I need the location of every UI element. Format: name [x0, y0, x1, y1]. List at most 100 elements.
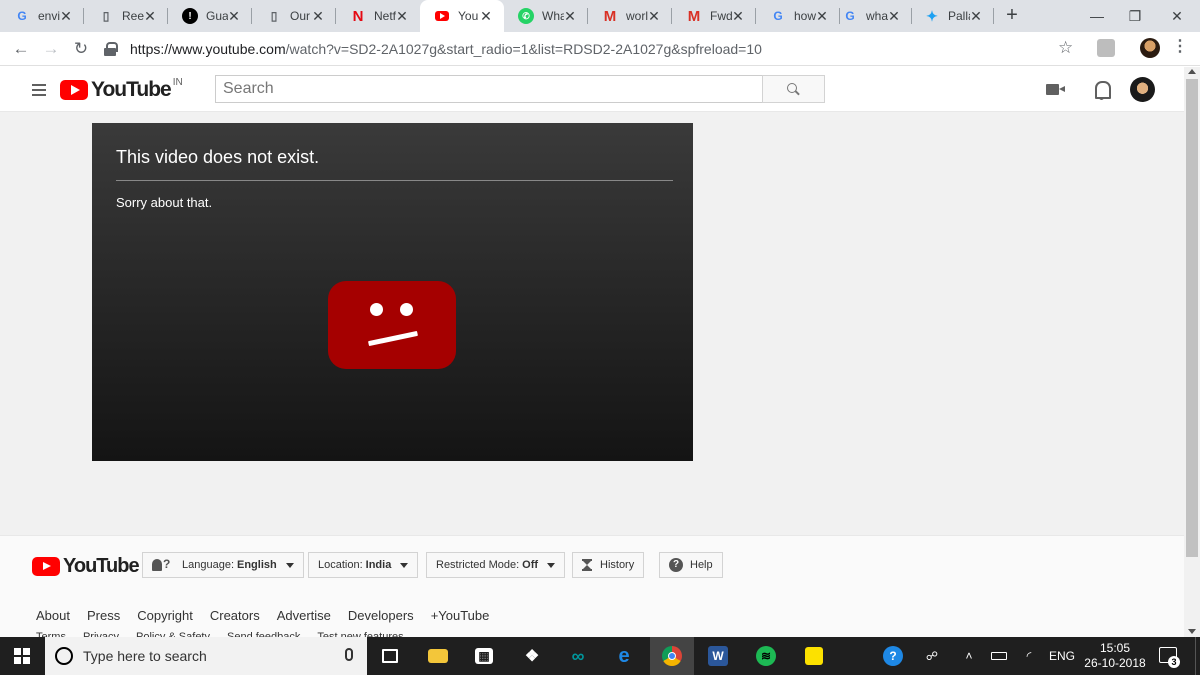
- account-avatar[interactable]: [1130, 77, 1155, 102]
- address-bar[interactable]: https://www.youtube.com/watch?v=SD2-2A10…: [104, 36, 1084, 62]
- footer-link-about[interactable]: About: [36, 608, 70, 623]
- tab-close-icon[interactable]: ✕: [394, 8, 410, 24]
- tab-close-icon[interactable]: ✕: [968, 8, 984, 24]
- browser-tab[interactable]: ! Guar ✕: [168, 0, 252, 32]
- language-icon: [152, 557, 174, 571]
- browser-tab[interactable]: M worl ✕: [588, 0, 672, 32]
- browser-menu-icon[interactable]: ⋮: [1170, 36, 1190, 58]
- file-explorer-icon[interactable]: [416, 637, 460, 675]
- page-scrollbar[interactable]: [1184, 67, 1200, 637]
- browser-tab-active[interactable]: You ✕: [420, 0, 504, 32]
- guardian-icon: !: [182, 8, 198, 24]
- browser-tab[interactable]: N Netf ✕: [336, 0, 420, 32]
- twitter-icon: ✦: [926, 7, 938, 24]
- scrollbar-thumb[interactable]: [1186, 79, 1198, 557]
- wifi-icon[interactable]: ◜: [1018, 637, 1040, 675]
- footer-link-advertise[interactable]: Advertise: [277, 608, 331, 623]
- upload-video-icon[interactable]: [1046, 80, 1066, 100]
- divider: [116, 180, 673, 181]
- hamburger-menu-icon[interactable]: [32, 84, 46, 96]
- restore-icon[interactable]: ❐: [1112, 0, 1158, 32]
- browser-tab[interactable]: ✆ Wha ✕: [504, 0, 588, 32]
- browser-tab[interactable]: ✦ Palla ✕: [910, 0, 994, 32]
- footer-link-plus-youtube[interactable]: +YouTube: [431, 608, 490, 623]
- reload-icon[interactable]: ↻: [70, 38, 92, 60]
- browser-tab[interactable]: ▯ Our ✕: [252, 0, 336, 32]
- tab-close-icon[interactable]: ✕: [226, 8, 242, 24]
- sticky-notes-icon[interactable]: [792, 637, 836, 675]
- task-view-icon[interactable]: [368, 637, 412, 675]
- footer-link-press[interactable]: Press: [87, 608, 120, 623]
- gmail-icon: M: [603, 7, 617, 25]
- edge-icon[interactable]: e: [602, 637, 646, 675]
- browser-tab[interactable]: G envi ✕: [0, 0, 84, 32]
- chrome-icon[interactable]: [650, 637, 694, 675]
- language-button[interactable]: Language:English: [142, 552, 304, 578]
- input-language[interactable]: ENG: [1048, 637, 1076, 675]
- chevron-down-icon: [400, 562, 409, 568]
- browser-tab[interactable]: M Fwd ✕: [672, 0, 756, 32]
- google-icon: G: [845, 9, 855, 23]
- search-input[interactable]: Search: [215, 75, 763, 103]
- document-icon: ▯: [102, 9, 110, 23]
- tab-close-icon[interactable]: ✕: [58, 8, 74, 24]
- netflix-icon: N: [352, 7, 364, 25]
- scroll-down-icon[interactable]: [1188, 629, 1196, 634]
- footer-link-creators[interactable]: Creators: [210, 608, 260, 623]
- whatsapp-icon: ✆: [518, 8, 534, 24]
- notifications-bell-icon[interactable]: [1093, 80, 1113, 100]
- document-icon: ▯: [270, 9, 278, 23]
- taskbar-search-box[interactable]: Type here to search: [45, 637, 367, 675]
- tab-close-icon[interactable]: ✕: [142, 8, 158, 24]
- browser-tab[interactable]: G wha ✕: [828, 0, 912, 32]
- bookmark-star-icon[interactable]: ☆: [1058, 38, 1073, 58]
- back-arrow-icon[interactable]: ←: [10, 38, 32, 60]
- tab-close-icon[interactable]: ✕: [562, 8, 578, 24]
- hourglass-icon: [582, 559, 592, 571]
- gmail-icon: M: [687, 7, 701, 25]
- window-close-icon[interactable]: ✕: [1154, 0, 1200, 32]
- google-icon: G: [17, 9, 27, 23]
- tab-close-icon[interactable]: ✕: [478, 8, 494, 24]
- history-button[interactable]: History: [572, 552, 645, 578]
- search-button[interactable]: [762, 75, 825, 103]
- spotify-icon[interactable]: ≋: [744, 637, 788, 675]
- microphone-icon[interactable]: [345, 648, 353, 661]
- help-button[interactable]: ? Help: [659, 552, 723, 578]
- battery-icon[interactable]: [988, 637, 1010, 675]
- location-button[interactable]: Location: India: [308, 552, 419, 578]
- taskbar-clock[interactable]: 15:05 26-10-2018: [1080, 641, 1150, 671]
- mouth: [368, 330, 418, 347]
- browser-tab-strip: G envi ✕ ▯ Reer ✕ ! Guar ✕ ▯ Our ✕ N Net…: [0, 0, 1200, 32]
- browser-toolbar: ← → ↻ https://www.youtube.com/watch?v=SD…: [0, 32, 1200, 66]
- dropbox-icon[interactable]: ❖: [510, 637, 554, 675]
- show-desktop-button[interactable]: [1195, 637, 1200, 675]
- forward-arrow-icon[interactable]: →: [40, 38, 62, 60]
- people-icon[interactable]: ☍: [920, 637, 944, 675]
- footer-link-copyright[interactable]: Copyright: [137, 608, 193, 623]
- youtube-logo[interactable]: YouTube IN: [60, 77, 183, 101]
- browser-profile-avatar[interactable]: [1140, 38, 1160, 58]
- new-tab-button[interactable]: +: [1000, 4, 1024, 28]
- chevron-down-icon: [547, 562, 556, 568]
- tab-close-icon[interactable]: ✕: [310, 8, 326, 24]
- footer-link-developers[interactable]: Developers: [348, 608, 414, 623]
- tab-close-icon[interactable]: ✕: [646, 8, 662, 24]
- extension-icon[interactable]: [1097, 39, 1115, 57]
- scroll-up-icon[interactable]: [1188, 69, 1196, 74]
- store-icon[interactable]: ▦: [462, 637, 506, 675]
- footer-youtube-logo[interactable]: YouTube: [32, 555, 140, 578]
- eye: [370, 303, 383, 316]
- help-tray-icon[interactable]: ?: [878, 637, 908, 675]
- tab-close-icon[interactable]: ✕: [730, 8, 746, 24]
- url-text: https://www.youtube.com/watch?v=SD2-2A10…: [130, 41, 762, 57]
- notification-count-badge: 3: [1168, 656, 1180, 668]
- word-icon[interactable]: W: [696, 637, 740, 675]
- tab-close-icon[interactable]: ✕: [886, 8, 902, 24]
- browser-tab[interactable]: ▯ Reer ✕: [84, 0, 168, 32]
- chevron-up-icon[interactable]: ˄: [958, 637, 980, 675]
- restricted-mode-button[interactable]: Restricted Mode: Off: [426, 552, 566, 578]
- windows-start-icon[interactable]: [14, 648, 30, 664]
- youtube-play-icon: [60, 80, 88, 100]
- arduino-icon[interactable]: ∞: [556, 637, 600, 675]
